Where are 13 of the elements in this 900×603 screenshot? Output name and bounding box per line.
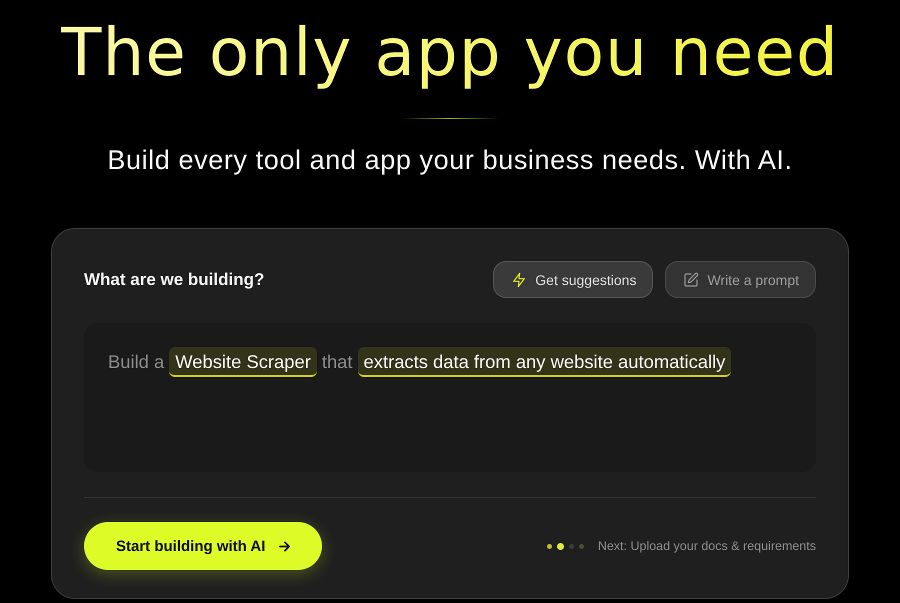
card-heading: What are we building? [84, 270, 264, 290]
next-step-text: Next: Upload your docs & requirements [598, 539, 816, 553]
prompt-text: that [322, 350, 353, 374]
mode-button[interactable]: Get suggestions [493, 261, 654, 298]
highlighted-phrase: Website Scraper [169, 347, 317, 377]
prompt-text: Build a [108, 350, 164, 374]
prompt-field[interactable]: Build a Website Scraper that extracts data from any website automatically [84, 323, 816, 472]
arrow-right-icon [279, 540, 290, 552]
hero-subtitle: Build every tool and app your business needs. With AI. [107, 144, 793, 176]
highlighted-phrase: extracts data from any website automatically [358, 347, 732, 377]
lightning-icon [511, 272, 528, 288]
mode-button[interactable]: Write a prompt [665, 261, 816, 298]
start-button[interactable]: Start building with AI [84, 522, 322, 570]
